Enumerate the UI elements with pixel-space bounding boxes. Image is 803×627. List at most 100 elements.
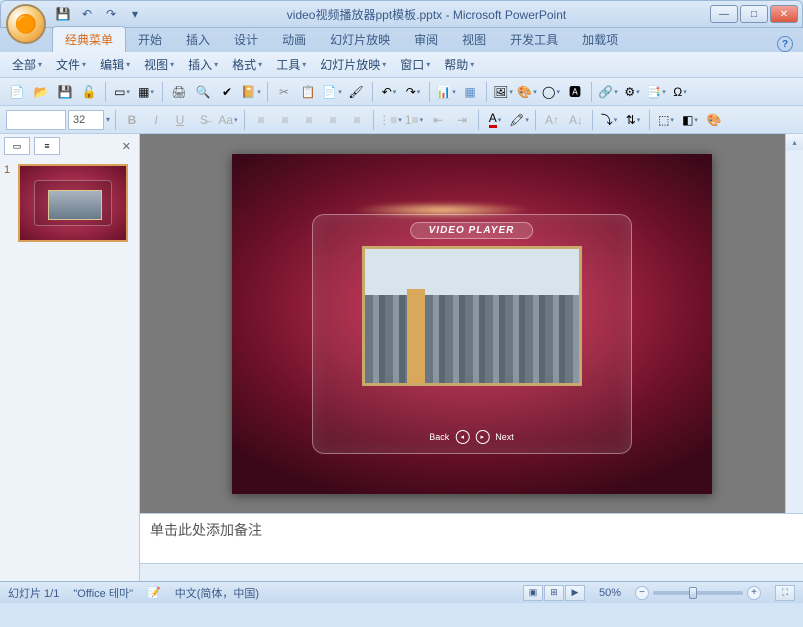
numbering-button[interactable]: 1≡ — [403, 109, 425, 131]
ribbon-tab-developer[interactable]: 开发工具 — [498, 27, 570, 52]
ribbon-tab-classic-menu[interactable]: 经典菜单 — [52, 26, 126, 52]
zoom-slider-thumb[interactable] — [689, 587, 697, 599]
shapes-button[interactable]: ◯ — [540, 81, 562, 103]
chart-button[interactable]: 📊 — [435, 81, 457, 103]
ribbon-tab-design[interactable]: 设计 — [222, 27, 270, 52]
panel-close-button[interactable]: ✕ — [118, 140, 135, 153]
back-button-icon[interactable]: ◂ — [455, 430, 469, 444]
undo-button[interactable]: ↶ — [378, 81, 400, 103]
distributed-button[interactable]: ≡ — [346, 109, 368, 131]
increase-font-button[interactable]: A↑ — [541, 109, 563, 131]
change-case-button[interactable]: Aa — [217, 109, 239, 131]
font-size-combobox[interactable]: 32 — [68, 110, 104, 130]
header-footer-button[interactable]: 📑 — [645, 81, 667, 103]
print-button[interactable]: 🖨 — [168, 81, 190, 103]
text-direction-button[interactable]: ⤵ — [598, 109, 620, 131]
line-spacing-button[interactable]: ⇅ — [622, 109, 644, 131]
close-button[interactable]: ✕ — [770, 5, 798, 23]
open-button[interactable]: 📂 — [30, 81, 52, 103]
justify-button[interactable]: ≡ — [322, 109, 344, 131]
new-button[interactable]: 📄 — [6, 81, 28, 103]
research-button[interactable]: 📔 — [240, 81, 262, 103]
action-button[interactable]: ⚙ — [621, 81, 643, 103]
zoom-slider[interactable] — [653, 591, 743, 595]
align-center-button[interactable]: ≡ — [274, 109, 296, 131]
fit-window-button[interactable]: ⛶ — [775, 585, 795, 601]
normal-view-button[interactable]: ▣ — [523, 585, 543, 601]
clipart-button[interactable]: 🎨 — [516, 81, 538, 103]
symbol-button[interactable]: Ω — [669, 81, 691, 103]
qat-customize-dropdown[interactable]: ▾ — [125, 5, 145, 23]
font-family-combobox[interactable] — [6, 110, 66, 130]
zoom-in-button[interactable]: + — [747, 586, 761, 600]
menu-tools[interactable]: 工具▾ — [270, 53, 312, 76]
new-slide-button[interactable]: ▭ — [111, 81, 133, 103]
language-indicator[interactable]: 中文(简体，中国) — [175, 585, 259, 601]
ribbon-tab-slideshow[interactable]: 幻灯片放映 — [318, 27, 402, 52]
bold-button[interactable]: B — [121, 109, 143, 131]
arrange-button[interactable]: ⬚ — [655, 109, 677, 131]
zoom-out-button[interactable]: − — [635, 586, 649, 600]
minimize-button[interactable]: — — [710, 5, 738, 23]
menu-slideshow[interactable]: 幻灯片放映▾ — [314, 53, 392, 76]
qat-redo-button[interactable]: ↷ — [101, 5, 121, 23]
sorter-view-button[interactable]: ⊞ — [544, 585, 564, 601]
align-right-button[interactable]: ≡ — [298, 109, 320, 131]
copy-button[interactable]: 📋 — [297, 81, 319, 103]
print-preview-button[interactable]: 🔍 — [192, 81, 214, 103]
hyperlink-button[interactable]: 🔗 — [597, 81, 619, 103]
menu-all[interactable]: 全部▾ — [6, 53, 48, 76]
zoom-percent[interactable]: 50% — [599, 587, 621, 599]
slide[interactable]: VIDEO PLAYER Back ◂ ▸ Next — [232, 154, 712, 494]
menu-format[interactable]: 格式▾ — [226, 53, 268, 76]
save-button[interactable]: 💾 — [54, 81, 76, 103]
permissions-button[interactable]: 🔓 — [78, 81, 100, 103]
slides-tab[interactable]: ▭ — [4, 137, 30, 155]
cut-button[interactable]: ✂ — [273, 81, 295, 103]
slideshow-view-button[interactable]: ▶ — [565, 585, 585, 601]
ribbon-tab-home[interactable]: 开始 — [126, 27, 174, 52]
bullets-button[interactable]: ⋮≡ — [379, 109, 401, 131]
horizontal-scrollbar[interactable] — [140, 563, 803, 581]
underline-button[interactable]: U — [169, 109, 191, 131]
strikethrough-button[interactable]: S̶ — [193, 109, 215, 131]
quick-styles-button[interactable]: ◧ — [679, 109, 701, 131]
ribbon-tab-animation[interactable]: 动画 — [270, 27, 318, 52]
ribbon-tab-addins[interactable]: 加载项 — [570, 27, 630, 52]
picture-button[interactable]: 🖼 — [492, 81, 514, 103]
ribbon-tab-review[interactable]: 审阅 — [402, 27, 450, 52]
format-painter-button[interactable]: 🖌 — [345, 81, 367, 103]
menu-window[interactable]: 窗口▾ — [394, 53, 436, 76]
textbox-button[interactable]: 🅰 — [564, 81, 586, 103]
ribbon-tab-insert[interactable]: 插入 — [174, 27, 222, 52]
font-color-button[interactable]: A — [484, 109, 506, 131]
next-button-icon[interactable]: ▸ — [475, 430, 489, 444]
redo-button[interactable]: ↷ — [402, 81, 424, 103]
italic-button[interactable]: I — [145, 109, 167, 131]
decrease-font-button[interactable]: A↓ — [565, 109, 587, 131]
vertical-scrollbar[interactable]: ▴ — [785, 134, 803, 513]
menu-edit[interactable]: 编辑▾ — [94, 53, 136, 76]
spellcheck-button[interactable]: ✔ — [216, 81, 238, 103]
ribbon-tab-view[interactable]: 视图 — [450, 27, 498, 52]
highlight-button[interactable]: 🖍 — [508, 109, 530, 131]
design-button[interactable]: 🎨 — [703, 109, 725, 131]
align-left-button[interactable]: ≡ — [250, 109, 272, 131]
paste-button[interactable]: 📄 — [321, 81, 343, 103]
slide-canvas-area[interactable]: VIDEO PLAYER Back ◂ ▸ Next ▴ — [140, 134, 803, 513]
office-button[interactable]: 🟠 — [6, 4, 46, 44]
menu-help[interactable]: 帮助▾ — [438, 53, 480, 76]
outline-tab[interactable]: ≡ — [34, 137, 60, 155]
menu-insert[interactable]: 插入▾ — [182, 53, 224, 76]
menu-view[interactable]: 视图▾ — [138, 53, 180, 76]
decrease-indent-button[interactable]: ⇤ — [427, 109, 449, 131]
notes-pane[interactable]: 单击此处添加备注 — [140, 513, 803, 563]
menu-file[interactable]: 文件▾ — [50, 53, 92, 76]
qat-undo-button[interactable]: ↶ — [77, 5, 97, 23]
spellcheck-icon[interactable]: 📝 — [147, 586, 161, 599]
qat-save-button[interactable]: 💾 — [53, 5, 73, 23]
help-icon[interactable]: ? — [777, 36, 793, 52]
maximize-button[interactable]: □ — [740, 5, 768, 23]
slide-thumbnail-1[interactable] — [18, 164, 128, 242]
increase-indent-button[interactable]: ⇥ — [451, 109, 473, 131]
